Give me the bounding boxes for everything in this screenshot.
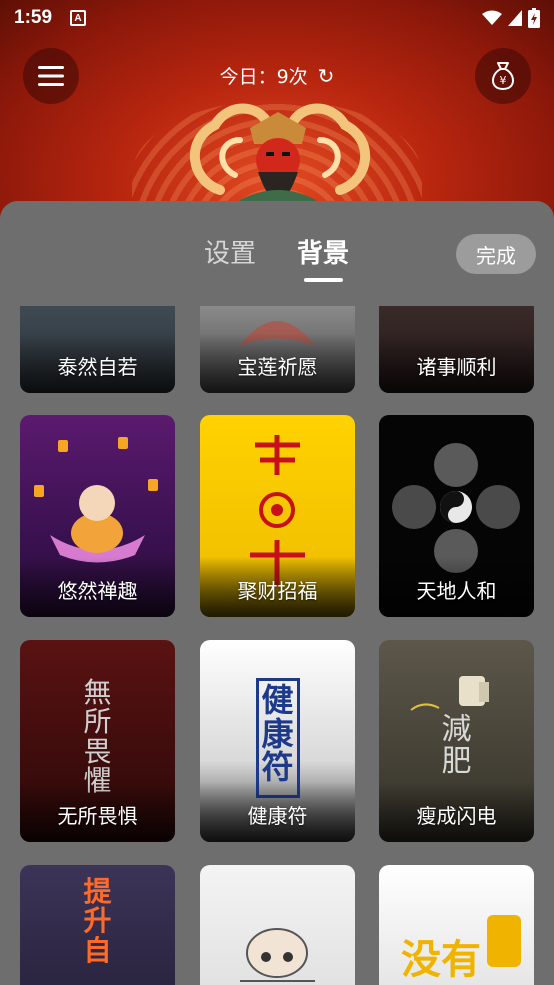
background-art-text: 減肥 [441, 712, 472, 779]
background-card[interactable] [200, 865, 355, 985]
notification-icon: A [70, 10, 87, 26]
background-card-label: 泰然自若 [57, 355, 138, 379]
background-card-label: 宝莲祈愿 [237, 355, 318, 379]
background-card-label: 聚财招福 [237, 579, 318, 603]
money-bag-icon: ¥ [492, 62, 514, 90]
wifi-icon [482, 10, 502, 25]
money-bag-button[interactable]: ¥ [475, 48, 531, 104]
background-card[interactable]: 聚财招福 [200, 415, 355, 617]
background-art-text: 健康符 [261, 681, 294, 787]
background-card-label: 天地人和 [416, 579, 497, 603]
signal-icon [508, 10, 522, 26]
refresh-icon[interactable]: ↻ [318, 64, 335, 88]
background-card[interactable]: 没有 [379, 865, 534, 985]
battery-icon [528, 8, 540, 28]
background-card[interactable]: 減肥 瘦成闪电 [379, 640, 534, 842]
background-card-label: 瘦成闪电 [416, 804, 497, 828]
background-card[interactable]: 提升自 [20, 865, 175, 985]
background-card-label: 悠然禅趣 [57, 579, 138, 603]
background-art-text: 無所畏懼 [83, 676, 112, 798]
status-bar: 1:59 A [0, 0, 554, 36]
background-art-text: 提升自 [83, 875, 112, 967]
status-icons [482, 8, 540, 28]
tab-settings[interactable]: 设置 [204, 233, 256, 270]
background-card[interactable]: 健康符 健康符 [200, 640, 355, 842]
background-card[interactable]: 悠然禅趣 [20, 415, 175, 617]
background-art-text: 没有 [401, 937, 481, 983]
background-card[interactable]: 天地人和 [379, 415, 534, 617]
svg-text:¥: ¥ [500, 74, 507, 87]
daily-count-text: 今日：9次 [219, 66, 308, 88]
background-card[interactable]: 宝莲祈愿 [200, 306, 355, 393]
background-card-label: 无所畏惧 [57, 804, 138, 828]
background-card[interactable]: 無所畏懼 无所畏惧 [20, 640, 175, 842]
done-button[interactable]: 完成 [456, 234, 536, 274]
background-card-label: 诸事顺利 [416, 355, 497, 379]
background-grid: 泰然自若 宝莲祈愿 诸事顺利 悠然禅趣 聚财招福 天地人和 無 所 畏 懼 无所… [0, 201, 554, 985]
daily-count: 今日：9次 ↻ [0, 62, 554, 89]
status-time: 1:59 [14, 7, 53, 28]
cartoon-monk-art [240, 928, 315, 982]
active-tab-indicator [304, 278, 343, 282]
background-picker-sheet: 泰然自若 宝莲祈愿 诸事顺利 悠然禅趣 聚财招福 天地人和 無 所 畏 懼 无所… [0, 201, 554, 985]
tab-background[interactable]: 背景 [297, 233, 349, 270]
background-card[interactable]: 泰然自若 [20, 306, 175, 393]
background-card-label: 健康符 [247, 804, 308, 828]
background-card[interactable]: 诸事顺利 [379, 306, 534, 393]
